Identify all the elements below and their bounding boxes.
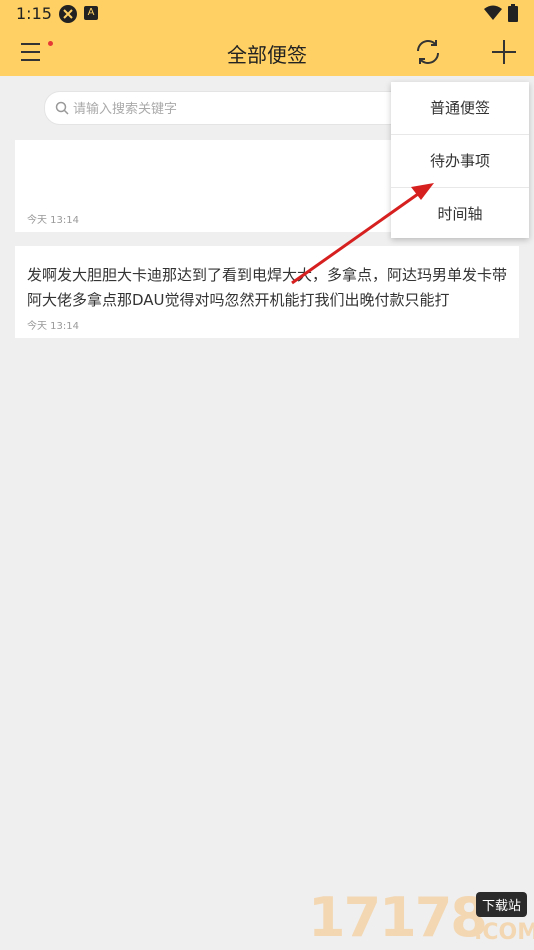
menu-item-timeline[interactable]: 时间轴	[391, 188, 529, 240]
sync-icon[interactable]	[414, 38, 442, 66]
note-card[interactable]: 发啊发大胆胆大卡迪那达到了看到电焊大大，多拿点，阿达玛男单发卡带阿大佬多拿点那D…	[15, 246, 519, 338]
wifi-icon	[484, 5, 502, 20]
plus-icon[interactable]	[490, 38, 518, 66]
watermark-badge: 下载站	[476, 892, 528, 917]
app-notification-icon: A	[84, 6, 98, 20]
status-time: 1:15	[16, 4, 52, 23]
battery-icon	[508, 4, 518, 22]
search-input[interactable]	[71, 96, 435, 122]
new-note-dropdown-menu: 普通便签 待办事项 时间轴	[391, 82, 529, 238]
watermark-logo: 17178 下载站 .COM	[308, 882, 534, 950]
menu-item-normal-note[interactable]: 普通便签	[391, 82, 529, 135]
app-bar: 全部便签	[0, 28, 534, 76]
note-timestamp: 今天 13:14	[27, 215, 79, 226]
watermark-domain: .COM	[474, 920, 534, 945]
search-bar[interactable]	[44, 91, 446, 125]
page-title: 全部便签	[227, 43, 307, 67]
note-text: 发啊发大胆胆大卡迪那达到了看到电焊大大，多拿点，阿达玛男单发卡带阿大佬多拿点那D…	[27, 266, 508, 309]
settings-app-icon	[59, 5, 77, 23]
menu-item-todo[interactable]: 待办事项	[391, 135, 529, 188]
watermark-digits: 17178	[308, 886, 488, 949]
note-timestamp: 今天 13:14	[27, 321, 79, 332]
search-icon	[55, 101, 69, 115]
status-bar: 1:15 A	[0, 0, 534, 28]
